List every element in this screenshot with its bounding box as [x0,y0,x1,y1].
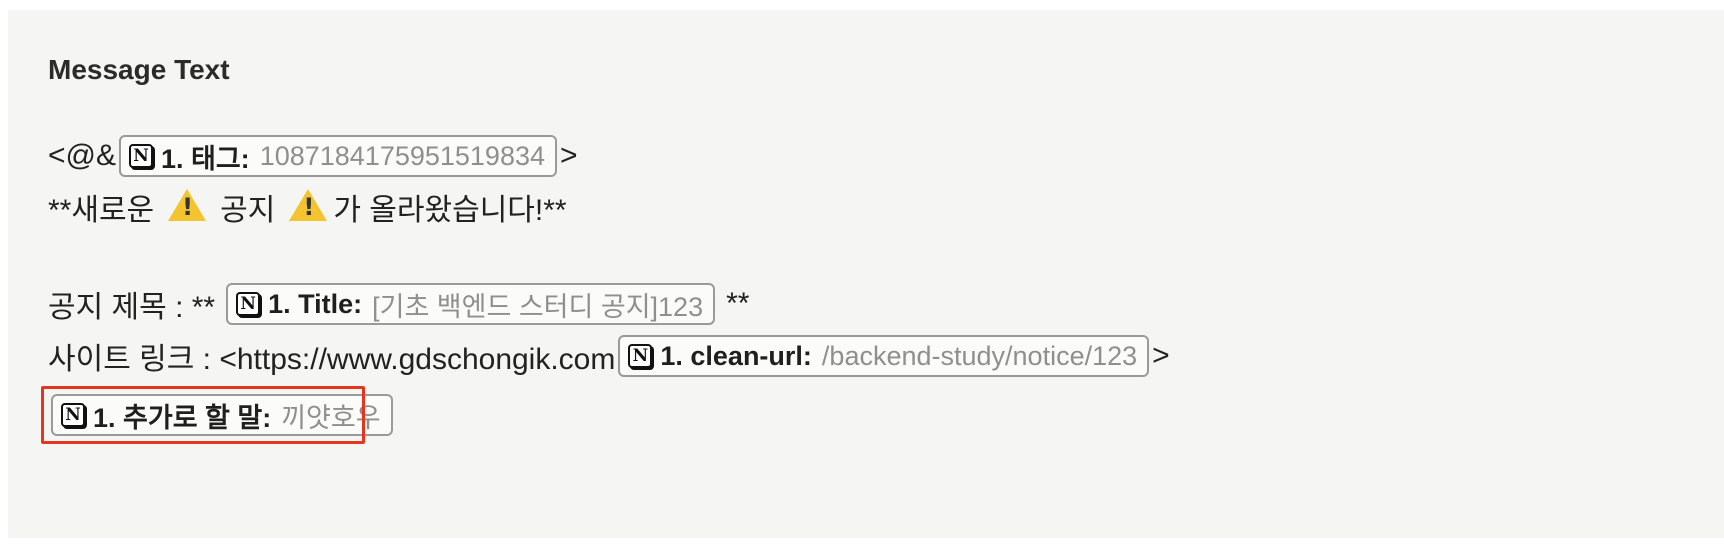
pill-value: 1087184175951519834 [259,140,545,171]
message-line-4: 사이트 링크 : <https://www.gdschongik.com N 1… [48,334,1170,378]
message-text-panel [8,10,1724,538]
title-field-pill[interactable]: N 1. Title: [기초 백엔드 스터디 공지]123 [226,283,716,325]
message-line-2: **새로운 공지 가 올라왔습니다!** [48,185,567,229]
link-suffix: > [1152,339,1170,372]
text-segment: 가 올라왔습니다!** [333,194,567,227]
link-prefix: 사이트 링크 : <https://www.gdschongik.com [48,343,616,376]
pill-key: 1. clean-url: [660,340,812,371]
title-suffix: ** [726,287,750,320]
notion-icon: N [128,144,153,168]
warning-icon [168,189,207,221]
mention-suffix: > [560,139,578,172]
mention-prefix: <@& [48,139,116,172]
text-segment: 공지 [220,194,276,227]
highlight-box [41,386,365,444]
message-line-1: <@& N 1. 태그: 1087184175951519834 > [48,134,578,178]
pill-key: 1. Title: [268,288,363,319]
notion-icon: N [236,292,261,316]
warning-icon [289,189,328,221]
clean-url-field-pill[interactable]: N 1. clean-url: /backend-study/notice/12… [618,335,1150,377]
tag-field-pill[interactable]: N 1. 태그: 1087184175951519834 [118,135,557,177]
pill-key: 1. 태그: [160,143,250,174]
notion-icon: N [628,344,653,368]
field-label: Message Text [48,54,230,85]
pill-value: /backend-study/notice/123 [821,340,1138,371]
message-line-3: 공지 제목 : ** N 1. Title: [기초 백엔드 스터디 공지]12… [48,282,749,326]
pill-value: [기초 백엔드 스터디 공지]123 [372,291,704,322]
title-prefix: 공지 제목 : ** [48,291,216,324]
text-segment: **새로운 [48,194,155,227]
